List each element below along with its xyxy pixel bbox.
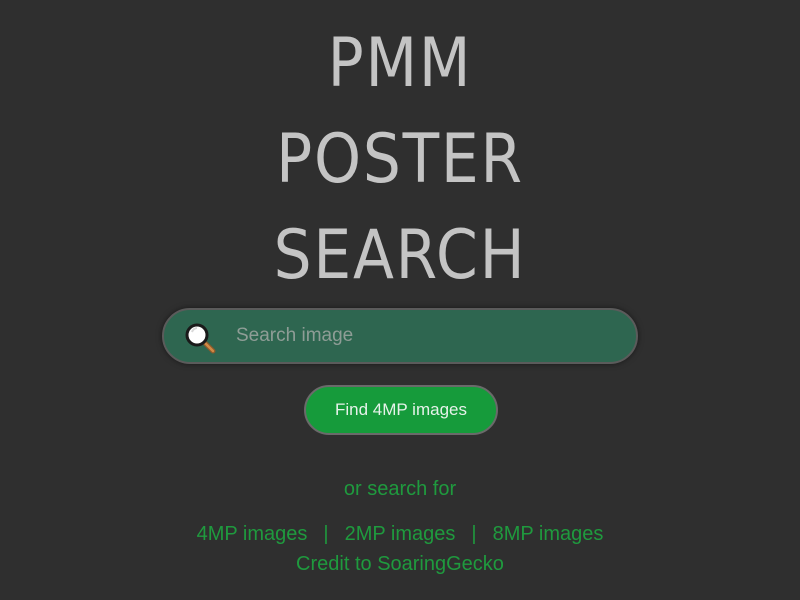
link-separator: | bbox=[323, 523, 329, 545]
magnifier-icon[interactable] bbox=[184, 322, 218, 356]
link-2mp-images[interactable]: 2MP images bbox=[345, 523, 456, 545]
resolution-links: 4MP images | 2MP images | 8MP images bbox=[0, 522, 800, 546]
title-line-1: PMM bbox=[327, 24, 473, 103]
credit-text: Credit to SoaringGecko bbox=[296, 553, 504, 575]
search-bar[interactable] bbox=[162, 308, 638, 364]
or-search-for-text: or search for bbox=[343, 478, 457, 500]
page-title: PMM POSTER SEARCH bbox=[48, 16, 752, 304]
link-separator: | bbox=[471, 523, 477, 545]
search-input[interactable] bbox=[236, 310, 616, 362]
title-line-2: POSTER bbox=[276, 120, 524, 199]
page: PMM POSTER SEARCH Find 4MP images or sea… bbox=[0, 0, 800, 600]
link-8mp-images[interactable]: 8MP images bbox=[493, 523, 604, 545]
link-4mp-images[interactable]: 4MP images bbox=[197, 523, 308, 545]
find-4mp-images-button[interactable]: Find 4MP images bbox=[304, 385, 498, 435]
title-line-3: SEARCH bbox=[273, 216, 527, 295]
